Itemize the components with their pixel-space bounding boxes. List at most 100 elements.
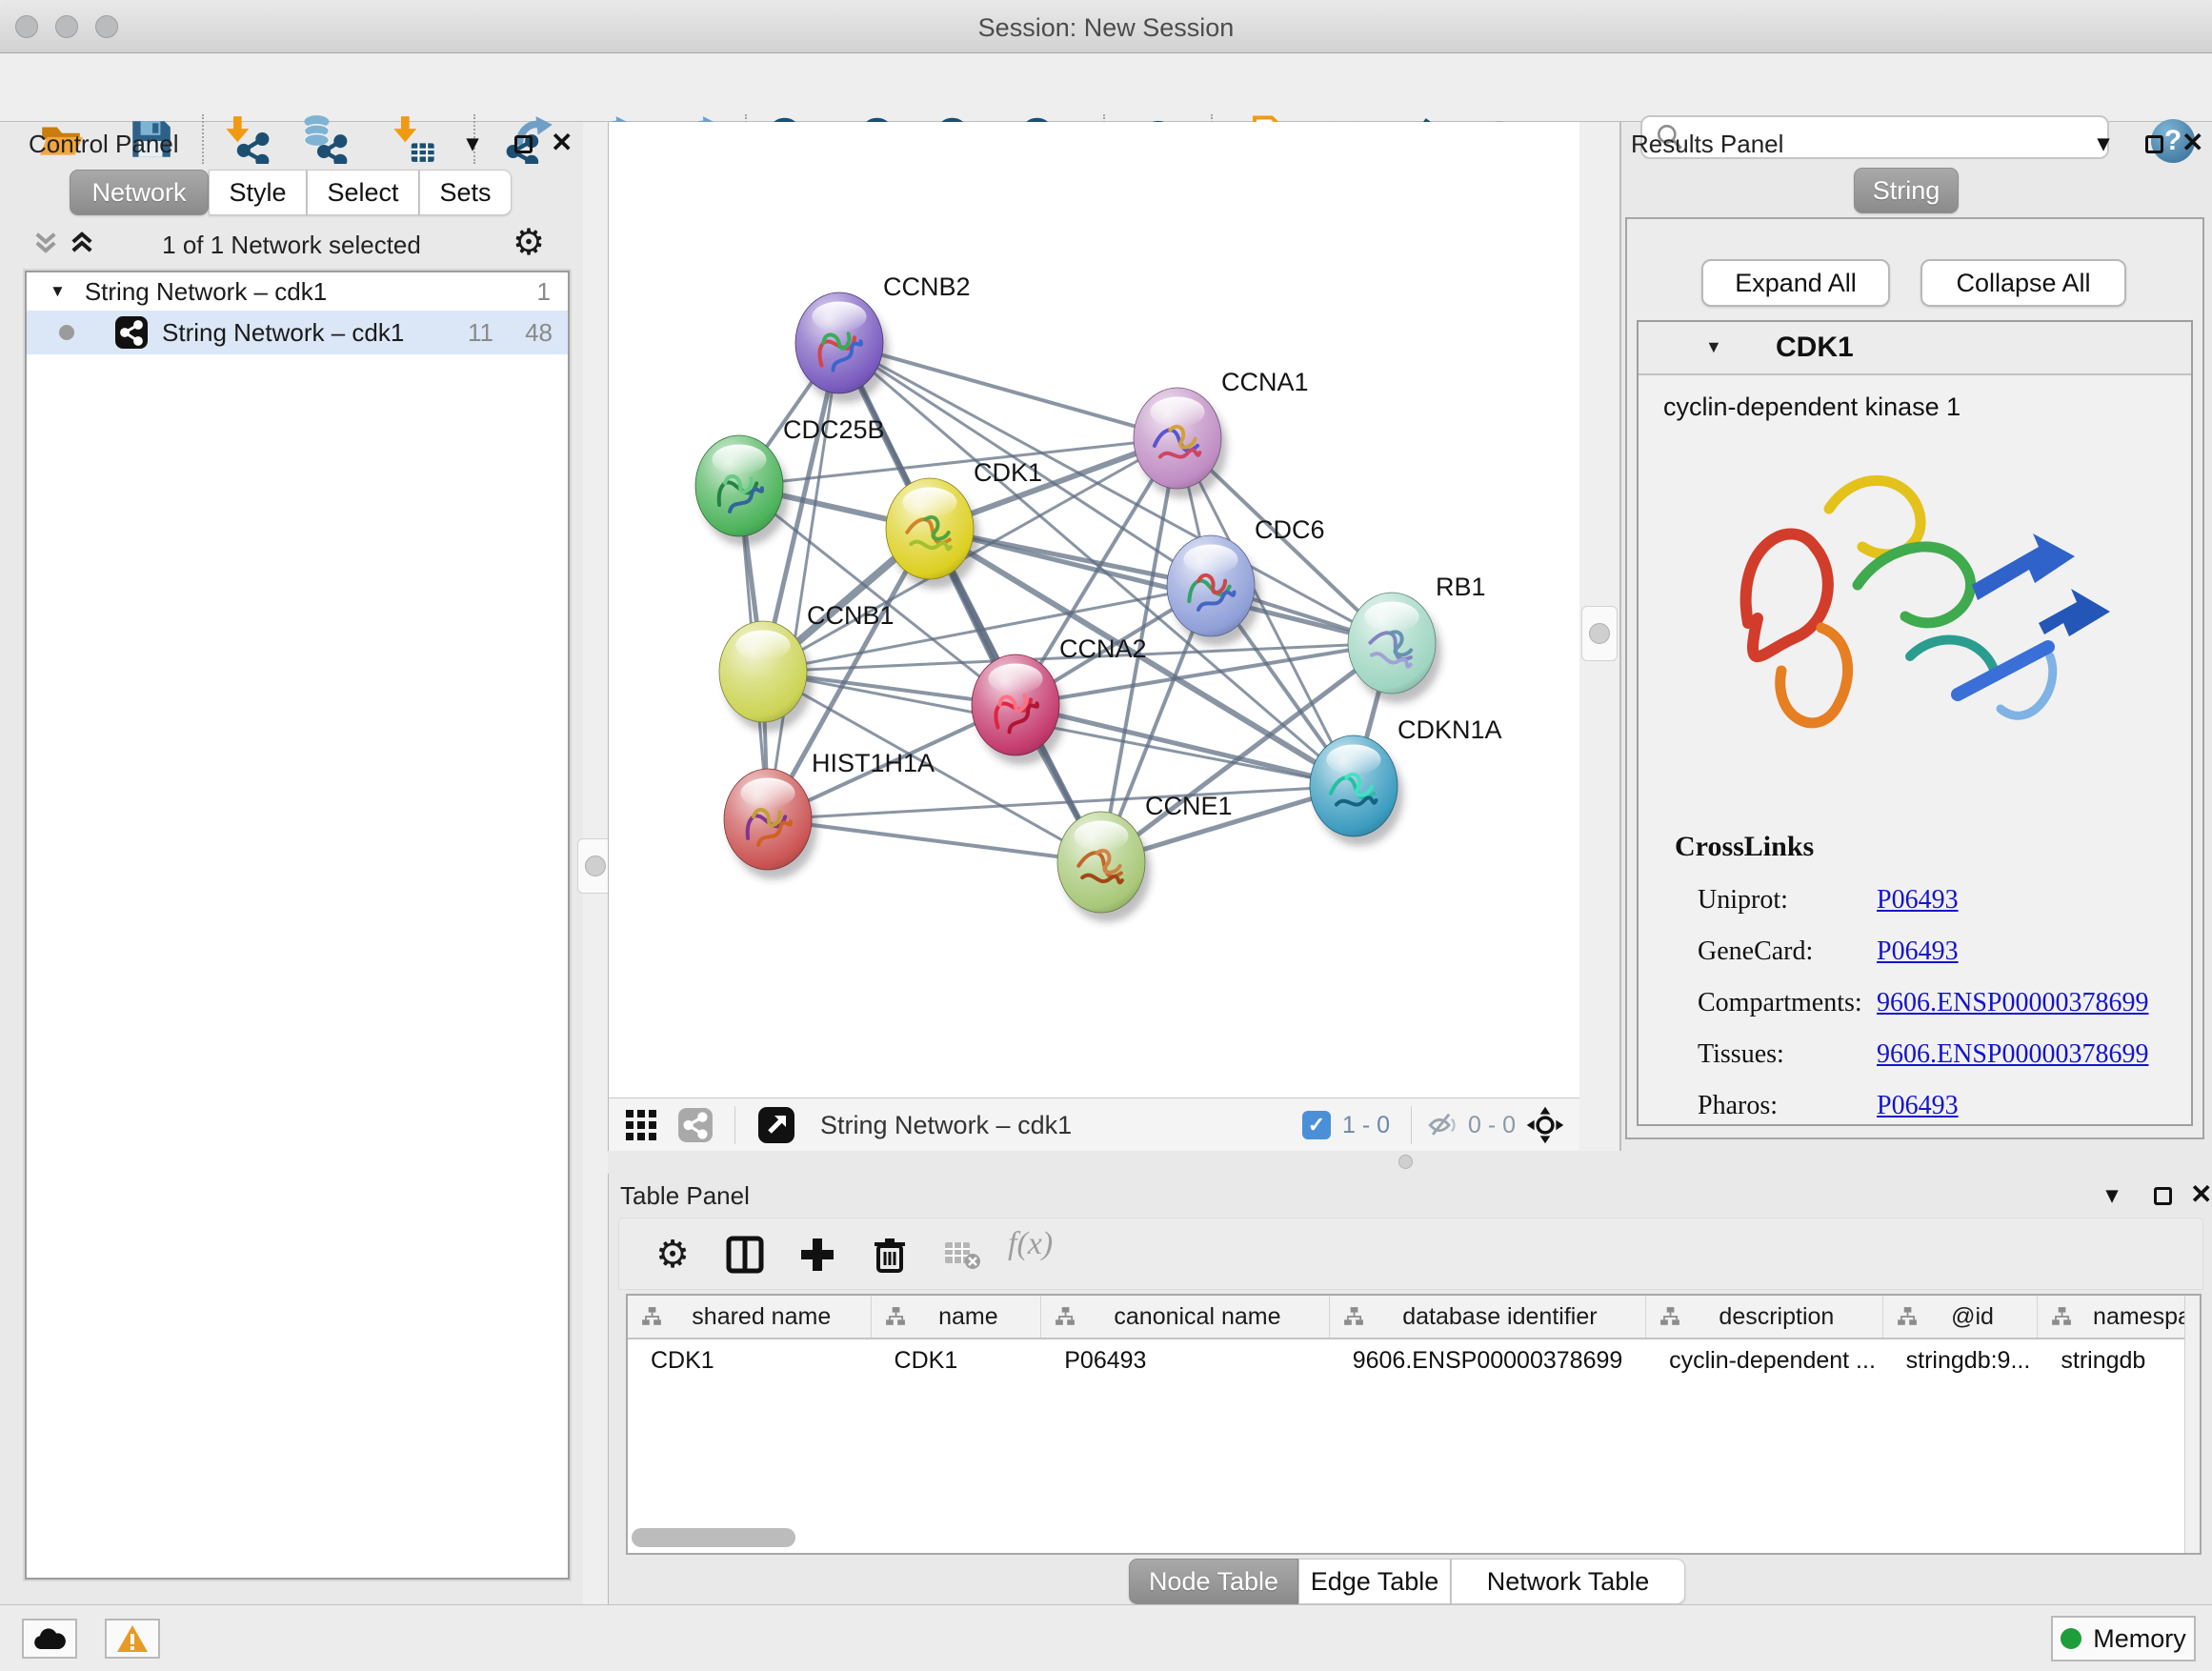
table-panel-close-icon[interactable]: ✕ <box>2190 1178 2212 1210</box>
tab-style[interactable]: Style <box>209 170 307 215</box>
network-row-selected[interactable]: String Network – cdk1 11 48 <box>27 311 568 354</box>
network-label: String Network – cdk1 <box>162 318 404 348</box>
network-type-button[interactable] <box>677 1098 714 1152</box>
crosslink-link[interactable]: 9606.ENSP00000378699 <box>1877 1039 2148 1070</box>
selected-checkbox-icon[interactable]: ✓ <box>1302 1111 1331 1139</box>
show-grid-button[interactable] <box>624 1098 658 1152</box>
network-edge-CCNB2-HIST1H1A[interactable] <box>768 343 839 819</box>
network-node-CCNB2[interactable]: CCNB2 <box>795 272 971 403</box>
node-label-CDC25B: CDC25B <box>783 415 885 444</box>
left-splitter[interactable] <box>583 122 608 1604</box>
network-node-HIST1H1A[interactable]: HIST1H1A <box>724 749 935 879</box>
crosslink-row: Compartments:9606.ENSP00000378699 <box>1698 977 2174 1029</box>
network-options-gear-icon[interactable]: ⚙ <box>513 221 545 264</box>
tab-network-table[interactable]: Network Table <box>1451 1559 1685 1604</box>
function-builder-button[interactable]: f(x) <box>1008 1226 1053 1262</box>
table-header-row: shared name namecanonical namedatabase id… <box>628 1296 2202 1339</box>
node-result-header[interactable]: ▼ CDK1 <box>1639 322 2191 375</box>
table-cell[interactable]: cyclin-dependent ... <box>1646 1339 1883 1381</box>
table-cell[interactable]: stringdb:9... <box>1883 1339 2039 1381</box>
table-horizontal-scrollbar[interactable] <box>632 1528 795 1547</box>
tab-node-table[interactable]: Node Table <box>1129 1559 1298 1604</box>
network-selection-status: 1 of 1 Network selected <box>0 231 583 260</box>
node-description: cyclin-dependent kinase 1 <box>1663 393 1961 422</box>
collapse-entry-icon[interactable]: ▼ <box>1705 337 1722 357</box>
column-header-label: name <box>906 1303 1041 1331</box>
delete-column-button[interactable] <box>865 1230 915 1279</box>
column-header-name[interactable]: name <box>872 1296 1042 1338</box>
birdseye-button[interactable] <box>1525 1098 1565 1152</box>
selected-toggle[interactable]: ✓ 1 - 0 <box>1302 1098 1390 1152</box>
collection-expander-icon[interactable]: ▼ <box>50 282 66 301</box>
crosslink-link[interactable]: P06493 <box>1877 885 1959 916</box>
column-header-shared-name[interactable]: shared name <box>628 1296 872 1338</box>
right-splitter[interactable] <box>1579 122 1621 1151</box>
node-label-RB1: RB1 <box>1436 573 1486 601</box>
column-header-database-identifier[interactable]: database identifier <box>1330 1296 1646 1338</box>
main-toolbar: ? <box>0 53 2212 122</box>
show-columns-button[interactable] <box>720 1230 770 1279</box>
memory-button[interactable]: Memory <box>2051 1616 2196 1661</box>
cytoscape-window: Session: New Session <box>0 0 2212 1671</box>
control-panel-menu-icon[interactable]: ▾ <box>467 130 478 157</box>
network-node-CDKN1A[interactable]: CDKN1A <box>1310 715 1502 846</box>
table-cell[interactable]: CDK1 <box>628 1339 872 1381</box>
hidden-toggle[interactable]: 0 - 0 <box>1426 1098 1516 1152</box>
network-view-toolbar: String Network – cdk1 ✓ 1 - 0 0 - 0 <box>608 1097 1579 1151</box>
column-header-namespace[interactable]: namespace <box>2038 1296 2202 1338</box>
tab-network[interactable]: Network <box>70 170 209 215</box>
column-header--id[interactable]: @id <box>1883 1296 2039 1338</box>
results-panel-float-icon[interactable] <box>2145 135 2163 153</box>
table-cell[interactable]: 9606.ENSP00000378699 <box>1330 1339 1646 1381</box>
birdseye-crosshair-icon <box>1525 1105 1565 1145</box>
network-edge-HIST1H1A-CCNE1[interactable] <box>768 819 1101 862</box>
window-title: Session: New Session <box>0 13 2212 43</box>
horizontal-splitter[interactable] <box>608 1151 2212 1174</box>
table-cell[interactable]: P06493 <box>1041 1339 1329 1381</box>
control-panel-float-icon[interactable] <box>514 135 533 153</box>
table-options-gear-icon[interactable]: ⚙ <box>648 1230 697 1279</box>
node-name: CDK1 <box>1776 332 1854 364</box>
table-panel-menu-icon[interactable]: ▾ <box>2106 1181 2118 1209</box>
network-node-CCNE1[interactable]: CCNE1 <box>1057 792 1233 922</box>
table-panel-float-icon[interactable] <box>2154 1187 2172 1205</box>
tab-string[interactable]: String <box>1854 168 1959 213</box>
network-collection-row[interactable]: ▼ String Network – cdk1 1 <box>27 272 568 311</box>
table-row[interactable]: CDK1CDK1P064939606.ENSP00000378699cyclin… <box>628 1339 2202 1381</box>
network-current-dot-icon <box>59 325 74 340</box>
network-canvas[interactable]: CCNB2CCNA1CDC25BCDK1CDC6RB1CCNB1CCNA2CDK… <box>608 122 1579 1097</box>
crosslink-link[interactable]: P06493 <box>1877 1091 1959 1121</box>
delete-table-button[interactable] <box>937 1230 987 1279</box>
warning-status-button[interactable] <box>105 1619 160 1659</box>
node-table[interactable]: shared name namecanonical namedatabase id… <box>626 1294 2202 1555</box>
column-header-label: description <box>1680 1303 1882 1331</box>
table-cell[interactable]: CDK1 <box>872 1339 1042 1381</box>
column-header-description[interactable]: description <box>1646 1296 1883 1338</box>
cloud-status-button[interactable] <box>22 1619 77 1659</box>
add-column-button[interactable] <box>793 1230 842 1279</box>
crosslink-link[interactable]: P06493 <box>1877 936 1959 967</box>
results-panel-close-icon[interactable]: ✕ <box>2182 127 2203 158</box>
control-panel-title: Control Panel <box>29 130 179 159</box>
expand-all-button[interactable]: Expand All <box>1701 259 1890 307</box>
plus-icon <box>798 1236 836 1274</box>
results-panel-menu-icon[interactable]: ▾ <box>2098 130 2109 157</box>
network-node-CDK1[interactable]: CDK1 <box>886 458 1042 589</box>
column-header-label: shared name <box>662 1303 871 1331</box>
tab-sets[interactable]: Sets <box>419 170 512 215</box>
hidden-count: 0 - 0 <box>1468 1112 1516 1139</box>
table-vertical-scrollbar[interactable] <box>2184 1296 2200 1553</box>
network-edge-CCNB2-CCNA1[interactable] <box>839 343 1177 438</box>
crosslink-link[interactable]: 9606.ENSP00000378699 <box>1877 988 2148 1018</box>
detach-view-button[interactable] <box>757 1098 795 1152</box>
open-external-icon <box>757 1106 795 1144</box>
tab-select[interactable]: Select <box>307 170 419 215</box>
right-splitter-handle[interactable] <box>1581 606 1618 661</box>
network-node-RB1[interactable]: RB1 <box>1348 573 1486 703</box>
table-cell[interactable]: stringdb <box>2038 1339 2202 1381</box>
column-header-canonical-name[interactable]: canonical name <box>1041 1296 1329 1338</box>
collapse-all-button[interactable]: Collapse All <box>1920 259 2126 307</box>
warning-icon <box>116 1624 149 1653</box>
tab-edge-table[interactable]: Edge Table <box>1298 1559 1451 1604</box>
control-panel-close-icon[interactable]: ✕ <box>551 127 573 158</box>
